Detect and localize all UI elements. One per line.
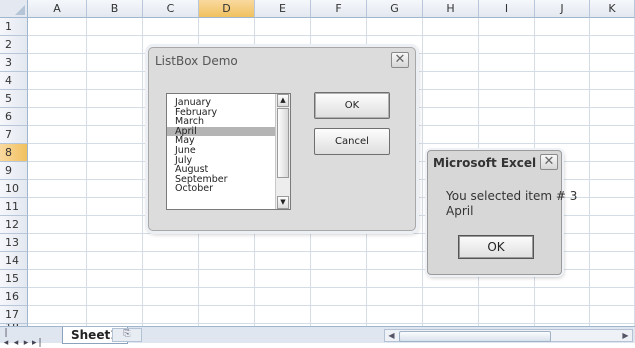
row-header-10[interactable]: 10 <box>0 180 28 198</box>
column-header-a[interactable]: A <box>28 0 87 18</box>
month-listbox[interactable]: January February March April May June July Augu… <box>166 93 291 210</box>
message-line-1: You selected item # 3 <box>446 189 578 203</box>
select-all-corner[interactable] <box>0 0 28 18</box>
listbox-item-october[interactable]: October <box>167 184 290 194</box>
row-header-6[interactable]: 6 <box>0 108 28 126</box>
column-header-d[interactable]: D <box>199 0 255 18</box>
next-sheet-button[interactable]: ▸ <box>22 338 32 348</box>
row-header-7[interactable]: 7 <box>0 126 28 144</box>
grid-row-line <box>28 323 635 324</box>
grid-row-line <box>28 287 635 288</box>
message-box: Microsoft Excel ✕ You selected item # 3 … <box>427 150 577 275</box>
row-header-15[interactable]: 15 <box>0 270 28 288</box>
column-header-i[interactable]: I <box>479 0 535 18</box>
row-header-11[interactable]: 11 <box>0 198 28 216</box>
row-header-1[interactable]: 1 <box>0 18 28 36</box>
column-header-h[interactable]: H <box>423 0 479 18</box>
column-header-f[interactable]: F <box>311 0 367 18</box>
scroll-left-icon[interactable]: ◀ <box>386 330 397 341</box>
column-header-c[interactable]: C <box>143 0 199 18</box>
prev-sheet-button[interactable]: ◂ <box>12 338 22 348</box>
row-header-14[interactable]: 14 <box>0 252 28 270</box>
insert-sheet-icon[interactable]: ⎘ <box>112 328 142 342</box>
sheet-nav-buttons: |◂ ◂ ▸ ▸| <box>2 328 42 348</box>
column-header-b[interactable]: B <box>87 0 143 18</box>
first-sheet-button[interactable]: |◂ <box>2 328 12 348</box>
row-header-13[interactable]: 13 <box>0 234 28 252</box>
grid-row-line <box>28 35 635 36</box>
row-header-16[interactable]: 16 <box>0 288 28 306</box>
grid-column-line <box>422 18 423 326</box>
cancel-button[interactable]: Cancel <box>314 128 390 155</box>
dialog-title: ListBox Demo <box>155 54 238 68</box>
scroll-up-icon[interactable]: ▲ <box>277 94 289 107</box>
grid-row-line <box>28 305 635 306</box>
listbox-items: January February March April May June July Augu… <box>167 94 290 194</box>
horizontal-scroll-thumb[interactable] <box>399 331 551 342</box>
column-header-g[interactable]: G <box>367 0 423 18</box>
grid-column-line <box>86 18 87 326</box>
last-sheet-button[interactable]: ▸| <box>32 338 42 348</box>
sheet-tab-bar: |◂ ◂ ▸ ▸| Sheet1 ⎘ ◀ ▶ <box>0 326 635 348</box>
row-header-3[interactable]: 3 <box>0 54 28 72</box>
ok-button[interactable]: OK <box>314 92 390 119</box>
row-header-2[interactable]: 2 <box>0 36 28 54</box>
listbox-scrollbar[interactable]: ▲ ▼ <box>275 94 290 209</box>
row-header-9[interactable]: 9 <box>0 162 28 180</box>
horizontal-scrollbar[interactable]: ◀ ▶ <box>384 329 633 342</box>
row-header-12[interactable]: 12 <box>0 216 28 234</box>
message-ok-button[interactable]: OK <box>458 235 534 259</box>
row-header-5[interactable]: 5 <box>0 90 28 108</box>
scroll-right-icon[interactable]: ▶ <box>620 330 631 341</box>
grid-column-line <box>589 18 590 326</box>
row-header-4[interactable]: 4 <box>0 72 28 90</box>
column-header-e[interactable]: E <box>255 0 311 18</box>
message-line-2: April <box>446 204 474 218</box>
column-header-j[interactable]: J <box>535 0 590 18</box>
column-header-k[interactable]: K <box>590 0 635 18</box>
message-box-title: Microsoft Excel <box>433 156 537 170</box>
message-close-icon[interactable]: ✕ <box>540 154 558 170</box>
message-text: You selected item # 3 April <box>446 189 577 219</box>
grid-column-line <box>142 18 143 326</box>
row-header-17[interactable]: 17 <box>0 306 28 324</box>
row-header-8[interactable]: 8 <box>0 144 28 162</box>
scroll-down-icon[interactable]: ▼ <box>277 196 289 209</box>
close-icon[interactable]: ✕ <box>391 52 409 68</box>
listbox-demo-dialog: ListBox Demo ✕ January February March April… <box>148 47 416 231</box>
listbox-scroll-thumb[interactable] <box>277 108 289 178</box>
